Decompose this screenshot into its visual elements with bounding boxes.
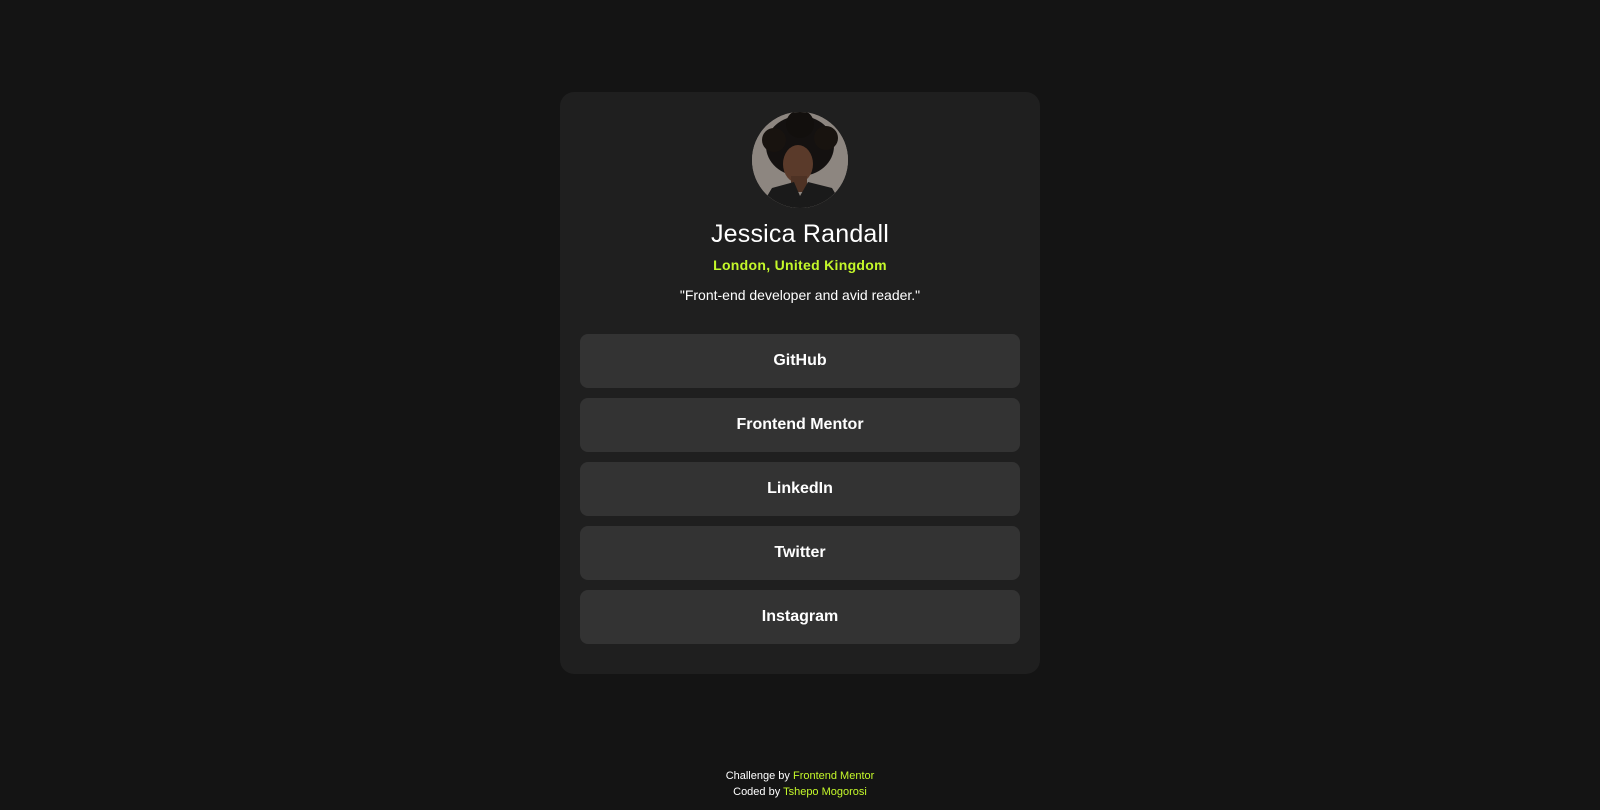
challenge-prefix: Challenge by <box>725 770 790 782</box>
attribution: Challenge by Frontend Mentor Coded by Ts… <box>0 768 1600 800</box>
instagram-link-button[interactable]: Instagram <box>580 590 1020 644</box>
coder-credit: Coded by Tshepo Mogorosi <box>0 784 1600 800</box>
challenge-credit: Challenge by Frontend Mentor <box>0 768 1600 784</box>
linkedin-link-button[interactable]: LinkedIn <box>580 462 1020 516</box>
profile-name: Jessica Randall <box>710 220 890 248</box>
coded-prefix: Coded by <box>733 786 781 798</box>
profile-bio: "Front-end developer and avid reader." <box>679 287 921 303</box>
frontend-mentor-link-button[interactable]: Frontend Mentor <box>580 398 1020 452</box>
avatar <box>752 112 848 208</box>
profile-location: London, United Kingdom <box>713 257 887 273</box>
social-links: GitHub Frontend Mentor LinkedIn Twitter … <box>580 334 1020 654</box>
avatar-image <box>752 112 848 208</box>
coder-credit-link[interactable]: Tshepo Mogorosi <box>783 786 867 798</box>
profile-card: Jessica Randall London, United Kingdom "… <box>560 92 1040 674</box>
twitter-link-button[interactable]: Twitter <box>580 526 1020 580</box>
github-link-button[interactable]: GitHub <box>580 334 1020 388</box>
frontend-mentor-credit-link[interactable]: Frontend Mentor <box>793 770 874 782</box>
